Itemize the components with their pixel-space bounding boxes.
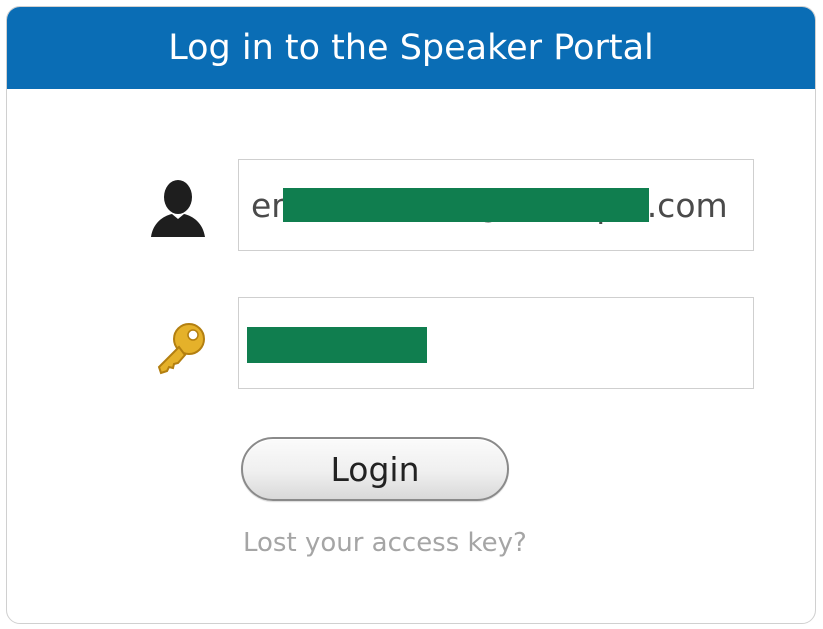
- page-title: Log in to the Speaker Portal: [168, 28, 654, 68]
- key-icon: [147, 313, 217, 383]
- redaction-bar: [283, 188, 649, 222]
- user-silhouette-icon: [143, 173, 213, 243]
- redaction-bar: [247, 327, 427, 363]
- panel-header: Log in to the Speaker Portal: [7, 7, 815, 89]
- lost-access-key-link[interactable]: Lost your access key?: [243, 528, 527, 558]
- login-button[interactable]: Login: [241, 437, 509, 501]
- login-panel: Log in to the Speaker Portal Login Lost …: [6, 6, 816, 624]
